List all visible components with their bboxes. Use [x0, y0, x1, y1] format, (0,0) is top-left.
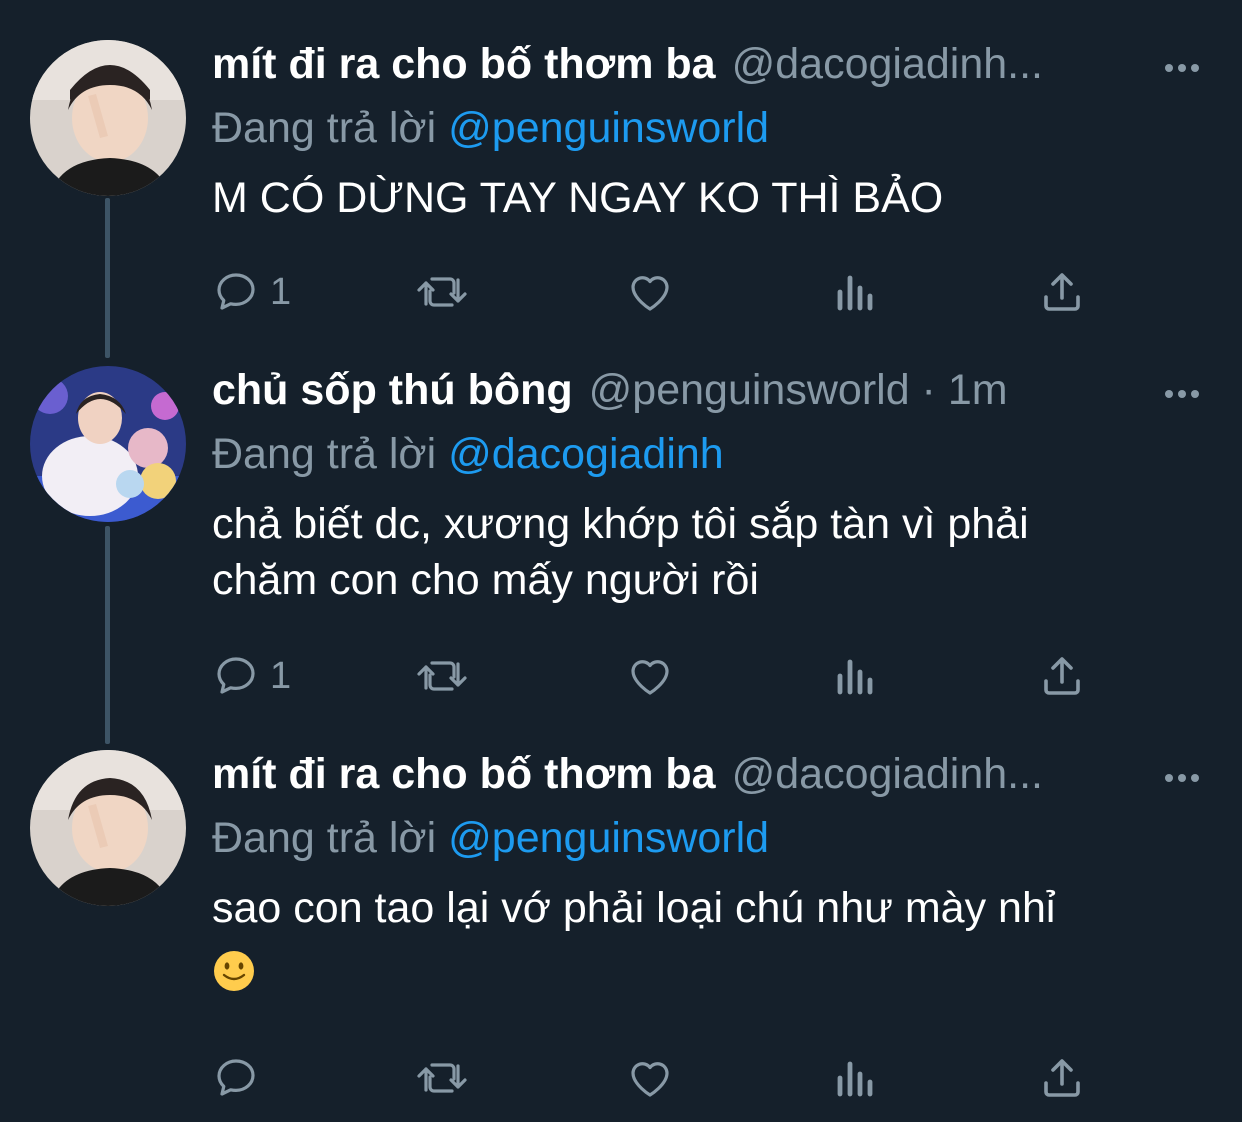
- tweet-text-line: chả biết dc, xương khớp tôi sắp tàn vì p…: [212, 500, 1029, 548]
- retweet-icon: [414, 268, 470, 316]
- tweet[interactable]: mít đi ra cho bố thơm ba @dacogiadinh...…: [0, 740, 1242, 1122]
- tweet-text-line: sao con tao lại vớ phải loại chú như mày…: [212, 884, 1056, 932]
- reply-icon: [212, 652, 260, 700]
- analytics-icon: [834, 652, 878, 700]
- reply-button[interactable]: [212, 1048, 270, 1108]
- tweet-text-line: chăm con cho mấy người rồi: [212, 556, 759, 604]
- tweet-text: chả biết dc, xương khớp tôi sắp tàn vì p…: [212, 496, 1212, 608]
- tweet[interactable]: chủ sốp thú bông @penguinsworld · 1m Đan…: [0, 350, 1242, 740]
- analytics-button[interactable]: [834, 262, 878, 322]
- reply-context: Đang trả lời @penguinsworld: [212, 100, 1212, 156]
- like-icon: [626, 1054, 674, 1102]
- display-name[interactable]: mít đi ra cho bố thơm ba: [212, 750, 716, 799]
- reply-icon: [212, 268, 260, 316]
- slightly-smiling-face-emoji: [212, 949, 256, 993]
- share-button[interactable]: [1038, 1048, 1086, 1108]
- reply-count: 1: [270, 654, 292, 697]
- more-icon[interactable]: [1152, 48, 1212, 88]
- avatar[interactable]: [30, 750, 186, 906]
- reply-mention-link[interactable]: @penguinsworld: [448, 104, 769, 152]
- reply-button[interactable]: 1: [212, 262, 291, 322]
- retweet-button[interactable]: [414, 646, 470, 706]
- share-icon: [1038, 268, 1086, 316]
- like-button[interactable]: [626, 646, 674, 706]
- retweet-icon: [414, 1054, 470, 1102]
- reply-context: Đang trả lời @penguinsworld: [212, 810, 1212, 866]
- like-button[interactable]: [626, 1048, 674, 1108]
- avatar[interactable]: [30, 366, 186, 522]
- reply-mention-link[interactable]: @penguinsworld: [448, 814, 769, 862]
- retweet-button[interactable]: [414, 262, 470, 322]
- user-handle[interactable]: @dacogiadinh...: [732, 750, 1142, 799]
- analytics-button[interactable]: [834, 1048, 878, 1108]
- reply-mention-link[interactable]: @dacogiadinh: [448, 430, 724, 478]
- more-icon[interactable]: [1152, 758, 1212, 798]
- share-icon: [1038, 1054, 1086, 1102]
- reply-context: Đang trả lời @dacogiadinh: [212, 426, 1212, 482]
- reply-prefix: Đang trả lời: [212, 430, 437, 478]
- analytics-icon: [834, 1054, 878, 1102]
- more-icon[interactable]: [1152, 374, 1212, 414]
- reply-count: 1: [270, 270, 292, 313]
- tweet[interactable]: mít đi ra cho bố thơm ba @dacogiadinh...…: [0, 0, 1242, 350]
- retweet-icon: [414, 652, 470, 700]
- user-handle[interactable]: @penguinsworld · 1m: [589, 366, 1142, 415]
- reply-prefix: Đang trả lời: [212, 814, 437, 862]
- analytics-button[interactable]: [834, 646, 878, 706]
- tweet-text: M CÓ DỪNG TAY NGAY KO THÌ BẢO: [212, 170, 1212, 226]
- reply-icon: [212, 1054, 260, 1102]
- tweet-text: sao con tao lại vớ phải loại chú như mày…: [212, 880, 1212, 1006]
- like-icon: [626, 268, 674, 316]
- share-icon: [1038, 652, 1086, 700]
- reply-prefix: Đang trả lời: [212, 104, 437, 152]
- share-button[interactable]: [1038, 262, 1086, 322]
- like-icon: [626, 652, 674, 700]
- retweet-button[interactable]: [414, 1048, 470, 1108]
- user-handle[interactable]: @dacogiadinh...: [732, 40, 1142, 89]
- avatar[interactable]: [30, 40, 186, 196]
- display-name[interactable]: chủ sốp thú bông: [212, 366, 573, 415]
- analytics-icon: [834, 268, 878, 316]
- reply-button[interactable]: 1: [212, 646, 291, 706]
- like-button[interactable]: [626, 262, 674, 322]
- share-button[interactable]: [1038, 646, 1086, 706]
- display-name[interactable]: mít đi ra cho bố thơm ba: [212, 40, 716, 89]
- tweet-text-line: M CÓ DỪNG TAY NGAY KO THÌ BẢO: [212, 174, 944, 222]
